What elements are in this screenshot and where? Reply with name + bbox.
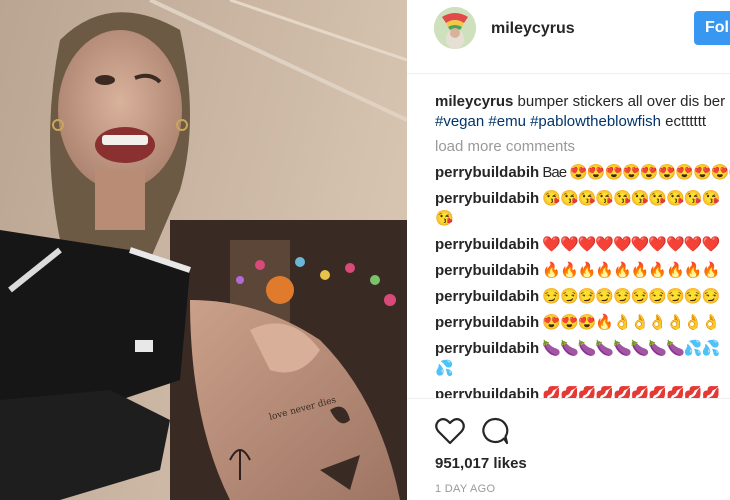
comment-username[interactable]: perrybuildabih — [435, 340, 539, 357]
comment-text: 😏😏😏😏😏😏😏😏😏😏 — [539, 288, 720, 305]
follow-button[interactable]: Foll — [694, 11, 730, 45]
avatar[interactable] — [434, 7, 476, 49]
caption-text: bumper stickers all over dis ber — [513, 93, 726, 110]
comment-text-continued: 😘 — [435, 210, 454, 227]
comment-text: Bae 😍😍😍😍😍😍😍😍😍😘 — [539, 164, 730, 181]
caption-username[interactable]: mileycyrus — [435, 93, 513, 110]
comment-text: ❤️❤️❤️❤️❤️❤️❤️❤️❤️❤️ — [539, 236, 720, 253]
comment-username[interactable]: perrybuildabih — [435, 190, 539, 207]
caption: mileycyrus bumper stickers all over dis … — [435, 92, 730, 132]
comment-text-continued: 💦 — [435, 360, 454, 377]
post-panel: mileycyrus Foll mileycyrus bumper sticke… — [407, 0, 730, 500]
photo-image: love never dies — [0, 0, 407, 500]
comment-text: 😘😘😘😘😘😘😘😘😘😘 — [539, 190, 720, 207]
comment-username[interactable]: perrybuildabih — [435, 386, 539, 398]
post-actions: 951,017 likes 1 DAY AGO — [407, 398, 730, 500]
caption-tail: ectttttt — [661, 113, 707, 130]
hashtag-pablowtheblowfish[interactable]: #pablowtheblowfish — [530, 113, 661, 130]
load-more-comments-link[interactable]: load more comments — [435, 138, 730, 155]
comments-list: mileycyrus bumper stickers all over dis … — [435, 92, 730, 398]
comment-username[interactable]: perrybuildabih — [435, 164, 539, 181]
likes-count[interactable]: 951,017 likes — [435, 455, 527, 472]
comment-username[interactable]: perrybuildabih — [435, 262, 539, 279]
comment-text: 🔥🔥🔥🔥🔥🔥🔥🔥🔥🔥 — [539, 262, 720, 279]
comment-username[interactable]: perrybuildabih — [435, 314, 539, 331]
comment-item: perrybuildabih 😍😍😍🔥👌👌👌👌👌👌 — [435, 313, 730, 333]
comment-item: perrybuildabih 😘😘😘😘😘😘😘😘😘😘 😘 — [435, 189, 730, 229]
comment-item: perrybuildabih 😏😏😏😏😏😏😏😏😏😏 — [435, 287, 730, 307]
comment-text: 😍😍😍🔥👌👌👌👌👌👌 — [539, 314, 720, 331]
comment-item: perrybuildabih 🔥🔥🔥🔥🔥🔥🔥🔥🔥🔥 — [435, 261, 730, 281]
comment-item: perrybuildabih ❤️❤️❤️❤️❤️❤️❤️❤️❤️❤️ — [435, 235, 730, 255]
header-username[interactable]: mileycyrus — [491, 20, 575, 38]
avatar-image — [434, 7, 476, 49]
post-photo: love never dies — [0, 0, 407, 500]
comment-item: perrybuildabih 💋💋💋💋💋💋💋💋💋💋 — [435, 385, 730, 398]
comment-username[interactable]: perrybuildabih — [435, 288, 539, 305]
comment-username[interactable]: perrybuildabih — [435, 236, 539, 253]
post-header: mileycyrus Foll — [407, 0, 730, 74]
comment-bubble-icon[interactable] — [480, 417, 510, 445]
hashtag-vegan[interactable]: #vegan — [435, 113, 484, 130]
post-timestamp[interactable]: 1 DAY AGO — [435, 483, 495, 495]
comment-item: perrybuildabih 🍆🍆🍆🍆🍆🍆🍆🍆💦💦 💦 — [435, 339, 730, 379]
comment-text: 💋💋💋💋💋💋💋💋💋💋 — [539, 386, 720, 398]
comment-item: perrybuildabih Bae 😍😍😍😍😍😍😍😍😍😘 — [435, 163, 730, 183]
heart-icon[interactable] — [435, 417, 465, 445]
comment-text: 🍆🍆🍆🍆🍆🍆🍆🍆💦💦 — [539, 340, 720, 357]
hashtag-emu[interactable]: #emu — [488, 113, 526, 130]
